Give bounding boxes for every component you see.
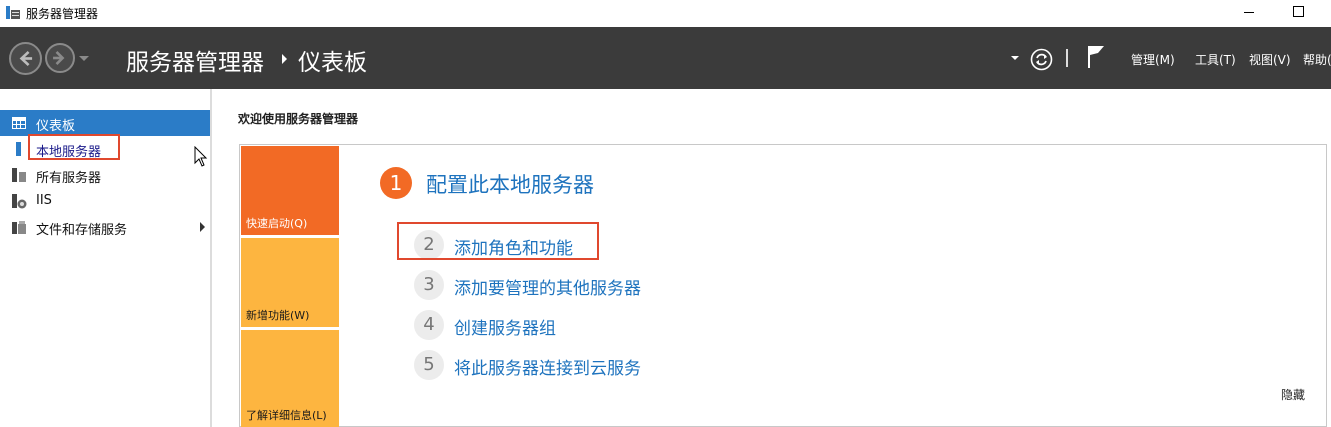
forward-arrow-icon (53, 51, 65, 65)
step-number: 4 (414, 310, 444, 340)
main-content: 欢迎使用服务器管理器 快速启动(Q) 新增功能(W) 了解详细信息(L) 1 配… (214, 89, 1331, 427)
mouse-cursor-icon (194, 146, 208, 167)
notifications-flag-icon[interactable] (1086, 45, 1106, 69)
sidebar-item-iis[interactable]: IIS (0, 188, 210, 214)
tile-learn-more[interactable]: 了解详细信息(L) (241, 330, 339, 427)
step-1-number: 1 (380, 167, 412, 199)
step-1-link-configure-local-server[interactable]: 配置此本地服务器 (426, 169, 594, 199)
tile-label: 了解详细信息(L) (246, 409, 327, 422)
menu-tools[interactable]: 工具(T) (1195, 51, 1236, 68)
menu-manage[interactable]: 管理(M) (1131, 51, 1175, 68)
header-dropdown-icon[interactable] (1011, 56, 1019, 60)
sidebar-item-all-servers[interactable]: 所有服务器 (0, 162, 210, 188)
step-4-link-create-server-group[interactable]: 创建服务器组 (454, 314, 556, 339)
breadcrumb-root[interactable]: 服务器管理器 (126, 43, 264, 77)
tile-label: 新增功能(W) (246, 309, 310, 322)
window-titlebar: 服务器管理器 (0, 0, 1331, 27)
server-manager-app-icon (6, 6, 20, 19)
expand-arrow-icon[interactable] (200, 222, 205, 232)
step-5-link-connect-cloud[interactable]: 将此服务器连接到云服务 (454, 354, 641, 379)
history-dropdown-icon[interactable] (79, 56, 89, 61)
file-storage-icon (12, 221, 26, 234)
menu-help[interactable]: 帮助( (1303, 51, 1331, 68)
sidebar-item-label: 仪表板 (36, 119, 76, 134)
welcome-heading: 欢迎使用服务器管理器 (238, 112, 359, 126)
sidebar-item-label: 所有服务器 (36, 171, 102, 186)
sidebar-item-file-storage[interactable]: 文件和存储服务 (0, 214, 210, 240)
breadcrumb-separator-icon (282, 54, 287, 64)
all-servers-icon (12, 168, 26, 182)
back-button[interactable] (9, 42, 42, 75)
tile-quick-start[interactable]: 快速启动(Q) (241, 146, 339, 235)
sidebar-item-dashboard[interactable]: 仪表板 (0, 110, 210, 136)
local-server-icon (16, 142, 21, 156)
step-number: 5 (414, 350, 444, 380)
step-number: 3 (414, 270, 444, 300)
highlight-box (28, 134, 120, 160)
window-title: 服务器管理器 (26, 7, 99, 21)
iis-icon (12, 194, 27, 209)
breadcrumb-current: 仪表板 (298, 50, 367, 76)
back-arrow-icon (19, 50, 33, 67)
header-divider (1066, 49, 1068, 67)
sidebar-item-label: IIS (36, 193, 52, 208)
dashboard-icon (12, 117, 26, 129)
sidebar-item-label: 文件和存储服务 (36, 223, 128, 238)
forward-button[interactable] (45, 43, 75, 73)
refresh-icon[interactable] (1030, 48, 1053, 71)
welcome-panel: 快速启动(Q) 新增功能(W) 了解详细信息(L) 1 配置此本地服务器 2 添… (239, 144, 1327, 427)
step-3-link-add-servers[interactable]: 添加要管理的其他服务器 (454, 274, 641, 299)
minimize-button[interactable] (1238, 0, 1260, 24)
hide-link[interactable]: 隐藏 (1281, 386, 1305, 403)
maximize-button[interactable] (1287, 0, 1309, 24)
sidebar: 仪表板 本地服务器 所有服务器 IIS 文件和存储服务 (0, 89, 212, 427)
highlight-box (397, 222, 599, 260)
sidebar-item-local-server[interactable]: 本地服务器 (0, 134, 210, 162)
menu-view[interactable]: 视图(V) (1249, 51, 1291, 68)
header-bar: 服务器管理器 仪表板 管理(M) 工具(T) 视图(V) 帮助( (0, 27, 1331, 89)
tile-label: 快速启动(Q) (246, 217, 308, 230)
tile-whats-new[interactable]: 新增功能(W) (241, 238, 339, 327)
